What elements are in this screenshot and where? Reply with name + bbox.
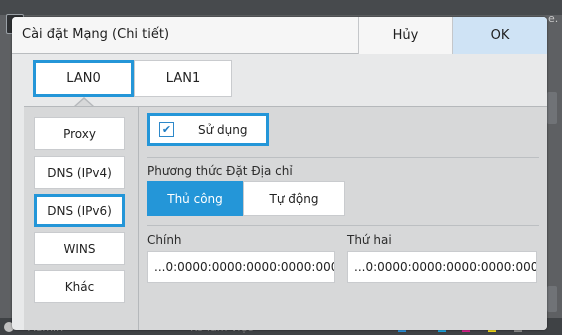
secondary-dns-field[interactable]: ...0:0000:0000:0000:0000:0000	[347, 251, 537, 283]
sidebar-item-wins[interactable]: WINS	[34, 232, 125, 265]
cancel-button[interactable]: Hủy	[358, 17, 452, 54]
sidebar-item-proxy[interactable]: Proxy	[34, 117, 125, 150]
background-top-bar	[0, 0, 562, 15]
manual-mode-button[interactable]: Thủ công	[147, 181, 243, 216]
background-card	[547, 92, 557, 124]
divider	[147, 157, 539, 158]
background-text: e.	[548, 12, 559, 25]
sidebar-divider	[138, 106, 139, 330]
tab-lan0[interactable]: LAN0	[33, 60, 134, 97]
primary-dns-label: Chính	[147, 233, 182, 247]
ok-button[interactable]: OK	[452, 17, 547, 54]
network-settings-dialog: Cài đặt Mạng (Chi tiết) Hủy OK LAN0 LAN1…	[12, 17, 547, 330]
checkbox-checked-icon: ✔	[159, 122, 174, 137]
address-method-label: Phương thức Đặt Địa chỉ	[147, 164, 293, 178]
sidebar-item-dns-ipv4[interactable]: DNS (IPv4)	[34, 156, 125, 189]
tab-pointer-fill	[76, 99, 92, 106]
use-label: Sử dụng	[198, 122, 248, 137]
sidebar-item-dns-ipv6[interactable]: DNS (IPv6)	[34, 194, 125, 227]
dialog-title: Cài đặt Mạng (Chi tiết)	[22, 27, 170, 42]
tab-lan1[interactable]: LAN1	[134, 60, 232, 97]
use-checkbox[interactable]: ✔ Sử dụng	[147, 113, 269, 146]
divider	[147, 225, 539, 226]
background-card	[547, 286, 557, 312]
secondary-dns-label: Thứ hai	[347, 233, 392, 247]
auto-mode-button[interactable]: Tự động	[243, 181, 345, 216]
primary-dns-field[interactable]: ...0:0000:0000:0000:0000:0000	[147, 251, 335, 283]
sidebar-item-other[interactable]: Khác	[34, 270, 125, 303]
